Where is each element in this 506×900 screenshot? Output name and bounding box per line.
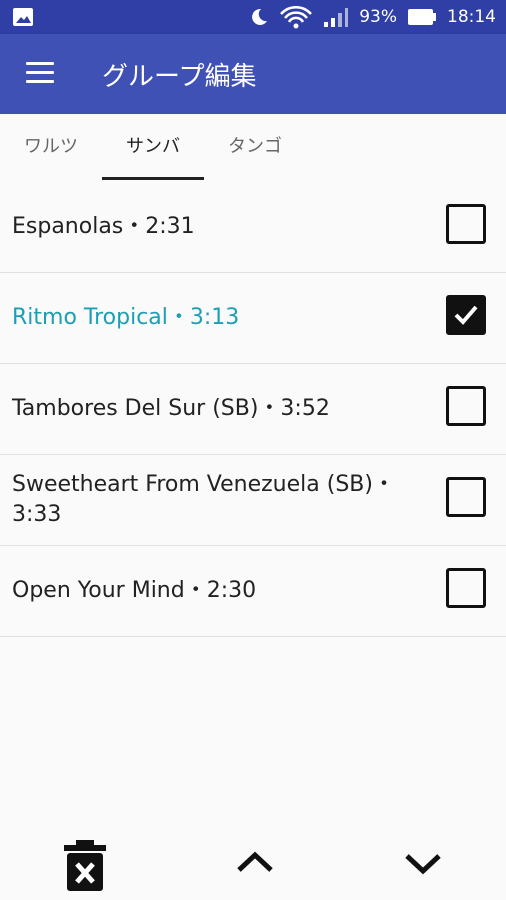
song-checkbox[interactable]: [446, 386, 486, 426]
clock: 18:14: [447, 7, 496, 27]
song-checkbox[interactable]: [446, 477, 486, 517]
page-title: グループ編集: [102, 62, 257, 92]
wifi-icon: [280, 5, 313, 29]
song-label: Ritmo Tropical・3:13: [12, 305, 240, 330]
list-item[interactable]: Espanolas・2:31: [0, 182, 506, 273]
song-label: Sweetheart From Venezuela (SB)・3:33: [12, 472, 395, 527]
signal-icon: [324, 8, 349, 27]
chevron-up-icon[interactable]: [236, 850, 274, 874]
hamburger-menu-icon[interactable]: [26, 62, 54, 86]
tab-indicator: [102, 177, 204, 180]
tab-bar: ワルツ サンバ タンゴ: [0, 114, 506, 182]
moon-icon: [252, 8, 268, 25]
app-bar: グループ編集: [0, 34, 506, 114]
image-icon: [13, 8, 33, 26]
delete-icon[interactable]: [62, 838, 108, 894]
song-label: Espanolas・2:31: [12, 214, 195, 239]
bottom-toolbar: [0, 830, 506, 900]
list-item[interactable]: Sweetheart From Venezuela (SB)・3:33: [0, 455, 506, 546]
status-bar: 93% 18:14: [0, 0, 506, 34]
list-item[interactable]: Ritmo Tropical・3:13: [0, 273, 506, 364]
song-checkbox[interactable]: [446, 295, 486, 335]
song-list: Espanolas・2:31 Ritmo Tropical・3:13 Tambo…: [0, 182, 506, 637]
list-item[interactable]: Tambores Del Sur (SB)・3:52: [0, 364, 506, 455]
tab-tango[interactable]: タンゴ: [204, 114, 306, 180]
list-item[interactable]: Open Your Mind・2:30: [0, 546, 506, 637]
tab-samba[interactable]: サンバ: [102, 114, 204, 180]
song-label: Open Your Mind・2:30: [12, 578, 257, 603]
tab-waltz[interactable]: ワルツ: [0, 114, 102, 180]
battery-percent: 93%: [359, 7, 397, 27]
song-checkbox[interactable]: [446, 568, 486, 608]
song-label: Tambores Del Sur (SB)・3:52: [12, 396, 330, 421]
battery-icon: [408, 9, 436, 25]
song-checkbox[interactable]: [446, 204, 486, 244]
chevron-down-icon[interactable]: [404, 852, 442, 876]
checkmark-icon: [454, 305, 478, 325]
